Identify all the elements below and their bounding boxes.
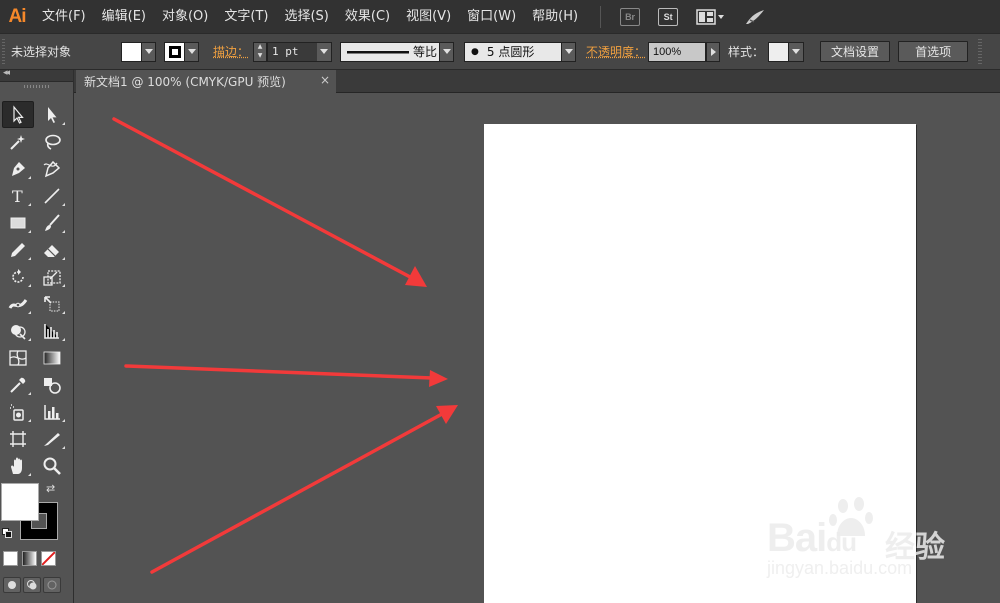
mesh-tool-icon[interactable] [2,344,34,371]
menu-file[interactable]: 文件(F) [34,0,94,33]
selection-tool-icon[interactable] [2,101,34,128]
graphic-style-swatch [769,43,789,61]
draw-normal-icon[interactable] [3,577,21,593]
profile-line-icon [347,48,413,56]
color-mode-group [3,551,56,566]
lasso-tool-icon[interactable] [36,128,68,155]
graphic-style-dropdown[interactable] [768,42,804,62]
default-fill-stroke-icon[interactable] [2,528,12,538]
paintbrush-tool-icon[interactable] [36,209,68,236]
profile-label: 等比 [413,43,439,60]
stroke-weight-input[interactable]: 1 pt [267,42,317,62]
menu-bar: Ai 文件(F) 编辑(E) 对象(O) 文字(T) 选择(S) 效果(C) 视… [0,0,1000,33]
tools-panel: ◂◂ T ⇄ [0,70,74,603]
gradient-tool-icon[interactable] [36,344,68,371]
symbol-sprayer-tool-icon[interactable] [2,398,34,425]
draw-behind-icon[interactable] [23,577,41,593]
fill-swatch [122,43,142,61]
tools-panel-header[interactable]: ◂◂ [0,70,73,82]
artboard-tool-icon[interactable] [2,425,34,452]
menu-type[interactable]: 文字(T) [216,0,276,33]
chevron-down-icon [185,43,198,61]
none-mode-button[interactable] [41,551,56,566]
stroke-color-dropdown[interactable] [164,42,199,62]
opacity-slider-toggle[interactable] [706,42,720,62]
menu-object[interactable]: 对象(O) [154,0,216,33]
menu-help[interactable]: 帮助(H) [524,0,586,33]
pen-tool-icon[interactable] [2,155,34,182]
collapse-icon[interactable]: ◂◂ [3,68,8,78]
magic-wand-tool-icon[interactable] [2,128,34,155]
brush-dot-icon: ● [471,47,479,57]
close-icon[interactable]: × [320,73,330,87]
opacity-panel-link[interactable]: 不透明度： [586,43,646,60]
control-bar-menu-grip[interactable] [978,39,982,65]
control-bar-grip[interactable] [2,39,5,65]
perspective-grid-tool-icon[interactable] [36,317,68,344]
column-graph-tool-icon[interactable] [36,398,68,425]
document-tab-bar: 新文档1 @ 100% (CMYK/GPU 预览) × [74,70,1000,93]
width-tool-icon[interactable] [2,290,34,317]
eraser-tool-icon[interactable] [36,236,68,263]
stroke-weight-dropdown[interactable] [317,42,332,62]
arrange-documents-icon[interactable] [696,9,726,25]
menu-edit[interactable]: 编辑(E) [94,0,154,33]
document-tab[interactable]: 新文档1 @ 100% (CMYK/GPU 预览) × [76,70,336,93]
draw-inside-icon[interactable] [43,577,61,593]
slice-tool-icon[interactable] [36,425,68,452]
control-bar: 未选择对象 描边： ▲ ▼ 1 pt 等比 ● 5 点圆形 不透明度： 100% … [0,33,1000,70]
preferences-button[interactable]: 首选项 [898,41,968,62]
brush-definition-dropdown[interactable]: ● 5 点圆形 [464,42,576,62]
variable-width-profile-dropdown[interactable]: 等比 [340,42,454,62]
swap-fill-stroke-icon[interactable]: ⇄ [46,482,55,495]
baidu-paw-icon [829,496,881,540]
document-tab-title: 新文档1 @ 100% (CMYK/GPU 预览) [84,73,286,90]
stroke-swatch [165,43,185,61]
tools-panel-grip[interactable] [24,85,50,88]
gradient-mode-button[interactable] [22,551,37,566]
rotate-tool-icon[interactable] [2,263,34,290]
type-tool-icon[interactable]: T [2,182,34,209]
free-transform-tool-icon[interactable] [36,290,68,317]
pencil-tool-icon[interactable] [2,236,34,263]
svg-text:T: T [12,187,23,206]
app-logo: Ai [0,0,34,33]
document-setup-button[interactable]: 文档设置 [820,41,890,62]
tools-grid: T [2,101,68,479]
selection-status-label: 未选择对象 [11,43,109,60]
style-label: 样式： [728,43,764,60]
chevron-down-icon [142,43,155,61]
hand-tool-icon[interactable] [2,452,34,479]
stroke-weight-stepper[interactable]: ▲ ▼ [253,42,267,62]
menu-effect[interactable]: 效果(C) [337,0,398,33]
baidu-watermark: Baidu 经验 jingyan.baidu.com [765,498,995,588]
menu-view[interactable]: 视图(V) [398,0,459,33]
rectangle-tool-icon[interactable] [2,209,34,236]
draw-mode-group [3,577,61,593]
opacity-input[interactable]: 100% [648,42,706,62]
stroke-panel-link[interactable]: 描边： [213,43,249,60]
watermark-url: jingyan.baidu.com [767,558,912,579]
curvature-tool-icon[interactable] [36,155,68,182]
brush-sync-icon[interactable] [744,8,766,26]
line-segment-tool-icon[interactable] [36,182,68,209]
fill-color-dropdown[interactable] [121,42,156,62]
color-mode-button[interactable] [3,551,18,566]
zoom-tool-icon[interactable] [36,452,68,479]
fill-color-box[interactable] [1,483,39,521]
menu-select[interactable]: 选择(S) [276,0,336,33]
eyedropper-tool-icon[interactable] [2,371,34,398]
shape-builder-tool-icon[interactable] [2,317,34,344]
scale-tool-icon[interactable] [36,263,68,290]
menu-window[interactable]: 窗口(W) [459,0,524,33]
direct-selection-tool-icon[interactable] [36,101,68,128]
stock-button[interactable]: St [658,8,678,26]
brush-label: 5 点圆形 [487,43,561,60]
bridge-button[interactable]: Br [620,8,640,26]
menubar-divider [600,6,601,28]
blend-tool-icon[interactable] [36,371,68,398]
